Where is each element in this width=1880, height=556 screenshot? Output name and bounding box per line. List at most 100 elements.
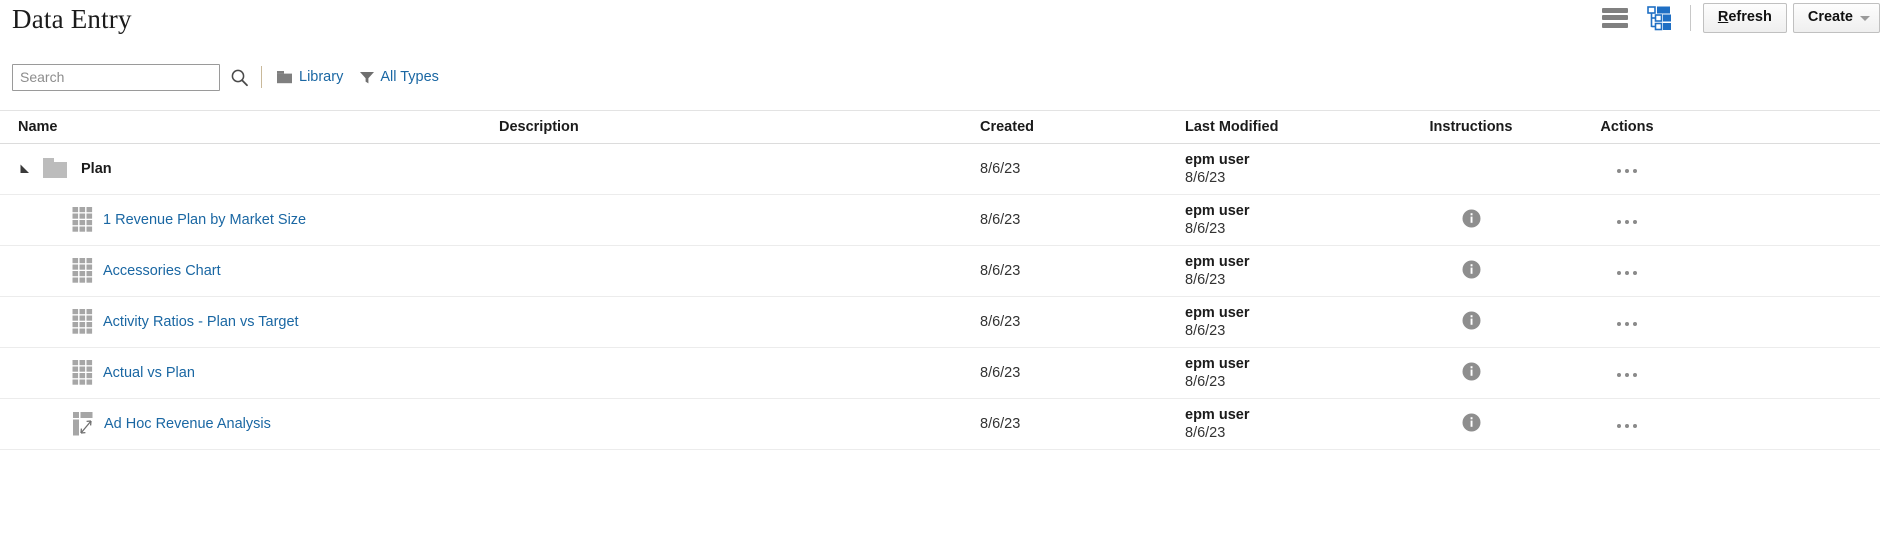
cell-name: Accessories Chart bbox=[18, 258, 499, 284]
info-glyph bbox=[1462, 413, 1480, 431]
table-header-row: Name Description Created Last Modified I… bbox=[0, 110, 1880, 144]
modified-date: 8/6/23 bbox=[1185, 221, 1226, 237]
library-filter[interactable]: Library bbox=[276, 69, 343, 85]
actions-dot bbox=[1633, 322, 1637, 326]
cell-created: 8/6/23 bbox=[980, 314, 1021, 330]
row-name-link[interactable]: Actual vs Plan bbox=[103, 365, 195, 381]
cell-name: Ad Hoc Revenue Analysis bbox=[18, 411, 499, 437]
filter-funnel-icon bbox=[360, 71, 375, 83]
grid-icon bbox=[72, 207, 93, 233]
folder-icon bbox=[41, 156, 71, 182]
header-divider bbox=[1689, 4, 1691, 31]
cell-name: Activity Ratios - Plan vs Target bbox=[18, 309, 499, 335]
cell-actions bbox=[1557, 416, 1697, 432]
instructions-info-icon[interactable] bbox=[1462, 311, 1481, 330]
modified-date: 8/6/23 bbox=[1185, 170, 1226, 186]
modified-date: 8/6/23 bbox=[1185, 425, 1226, 441]
column-header-description[interactable]: Description bbox=[499, 119, 980, 135]
row-actions-menu[interactable] bbox=[1617, 424, 1637, 428]
table-row[interactable]: 1 Revenue Plan by Market Size 8/6/23 epm u… bbox=[0, 195, 1880, 246]
folder-glyph bbox=[43, 158, 67, 178]
create-button[interactable]: Create bbox=[1792, 3, 1880, 33]
instructions-info-icon[interactable] bbox=[1462, 413, 1481, 432]
create-label: Create bbox=[1807, 9, 1853, 25]
all-types-label: All Types bbox=[380, 69, 439, 85]
cell-actions bbox=[1557, 314, 1697, 330]
adhoc-grid-glyph bbox=[73, 412, 93, 436]
row-name-link[interactable]: Ad Hoc Revenue Analysis bbox=[104, 416, 271, 432]
row-name-link[interactable]: Accessories Chart bbox=[103, 263, 221, 279]
modified-date: 8/6/23 bbox=[1185, 374, 1226, 390]
refresh-accesskey: R bbox=[1717, 9, 1729, 25]
cell-created: 8/6/23 bbox=[980, 416, 1021, 432]
cell-actions bbox=[1557, 365, 1697, 381]
list-view-icon[interactable] bbox=[1600, 5, 1630, 31]
table-row[interactable]: Actual vs Plan 8/6/23 epm user 8/6/23 bbox=[0, 348, 1880, 399]
list-bar-2 bbox=[1601, 15, 1628, 21]
cell-created: 8/6/23 bbox=[980, 263, 1021, 279]
grid-glyph bbox=[72, 258, 93, 283]
actions-dot bbox=[1625, 322, 1629, 326]
cell-last-modified: epm user 8/6/23 bbox=[1185, 304, 1385, 340]
header-actions: Refresh Create bbox=[1600, 3, 1880, 33]
all-types-filter[interactable]: All Types bbox=[359, 69, 439, 85]
search-input[interactable] bbox=[12, 63, 220, 91]
cell-created: 8/6/23 bbox=[980, 161, 1021, 177]
column-header-created[interactable]: Created bbox=[980, 119, 1185, 135]
actions-dot bbox=[1625, 271, 1629, 275]
cell-created: 8/6/23 bbox=[980, 212, 1021, 228]
table-row[interactable]: Ad Hoc Revenue Analysis 8/6/23 epm user 8/6… bbox=[0, 399, 1880, 450]
toolbar: Library All Types bbox=[12, 60, 1880, 94]
row-actions-menu[interactable] bbox=[1617, 373, 1637, 377]
grid-glyph bbox=[72, 309, 93, 334]
page-title: Data Entry bbox=[12, 4, 132, 34]
row-actions-menu[interactable] bbox=[1617, 220, 1637, 224]
search-icon[interactable] bbox=[230, 68, 249, 87]
cell-last-modified: epm user 8/6/23 bbox=[1185, 151, 1385, 187]
row-actions-menu[interactable] bbox=[1617, 169, 1637, 173]
data-entry-table: Name Description Created Last Modified I… bbox=[0, 110, 1880, 450]
data-entry-page: Data Entry Refresh Create Search Library… bbox=[0, 0, 1880, 556]
actions-dot bbox=[1633, 373, 1637, 377]
actions-dot bbox=[1617, 322, 1621, 326]
modified-by-user: epm user bbox=[1185, 406, 1250, 423]
column-header-instructions[interactable]: Instructions bbox=[1385, 119, 1557, 135]
table-row-folder[interactable]: Plan 8/6/23 epm user 8/6/23 bbox=[0, 144, 1880, 195]
info-glyph bbox=[1462, 311, 1480, 329]
row-actions-menu[interactable] bbox=[1617, 271, 1637, 275]
grid-icon bbox=[72, 360, 93, 386]
row-name-link[interactable]: 1 Revenue Plan by Market Size bbox=[103, 212, 306, 228]
cell-last-modified: epm user 8/6/23 bbox=[1185, 406, 1385, 442]
row-actions-menu[interactable] bbox=[1617, 322, 1637, 326]
actions-dot bbox=[1625, 220, 1629, 224]
row-name-label: Plan bbox=[81, 161, 112, 177]
column-header-last-modified[interactable]: Last Modified bbox=[1185, 119, 1385, 135]
modified-date: 8/6/23 bbox=[1185, 272, 1226, 288]
actions-dot bbox=[1617, 424, 1621, 428]
column-header-actions[interactable]: Actions bbox=[1557, 119, 1697, 135]
actions-dot bbox=[1617, 220, 1621, 224]
tree-view-icon[interactable] bbox=[1644, 5, 1674, 31]
cell-instructions bbox=[1385, 413, 1557, 436]
table-row[interactable]: Accessories Chart 8/6/23 epm user 8/6/23 bbox=[0, 246, 1880, 297]
actions-dot bbox=[1625, 424, 1629, 428]
list-bar-1 bbox=[1601, 7, 1628, 13]
refresh-button[interactable]: Refresh bbox=[1702, 3, 1787, 33]
actions-dot bbox=[1625, 169, 1629, 173]
adhoc-grid-icon bbox=[72, 411, 94, 437]
expand-collapse-twisty[interactable] bbox=[18, 162, 32, 176]
actions-dot bbox=[1625, 373, 1629, 377]
row-name-link[interactable]: Activity Ratios - Plan vs Target bbox=[103, 314, 299, 330]
instructions-info-icon[interactable] bbox=[1462, 362, 1481, 381]
instructions-info-icon[interactable] bbox=[1462, 260, 1481, 279]
grid-glyph bbox=[72, 207, 93, 232]
actions-dot bbox=[1617, 169, 1621, 173]
cell-name: 1 Revenue Plan by Market Size bbox=[18, 207, 499, 233]
table-row[interactable]: Activity Ratios - Plan vs Target 8/6/23 ep… bbox=[0, 297, 1880, 348]
cell-actions bbox=[1557, 263, 1697, 279]
column-header-name[interactable]: Name bbox=[18, 119, 499, 135]
toolbar-divider bbox=[261, 66, 262, 88]
search-glyph bbox=[231, 69, 248, 86]
actions-dot bbox=[1633, 271, 1637, 275]
instructions-info-icon[interactable] bbox=[1462, 209, 1481, 228]
